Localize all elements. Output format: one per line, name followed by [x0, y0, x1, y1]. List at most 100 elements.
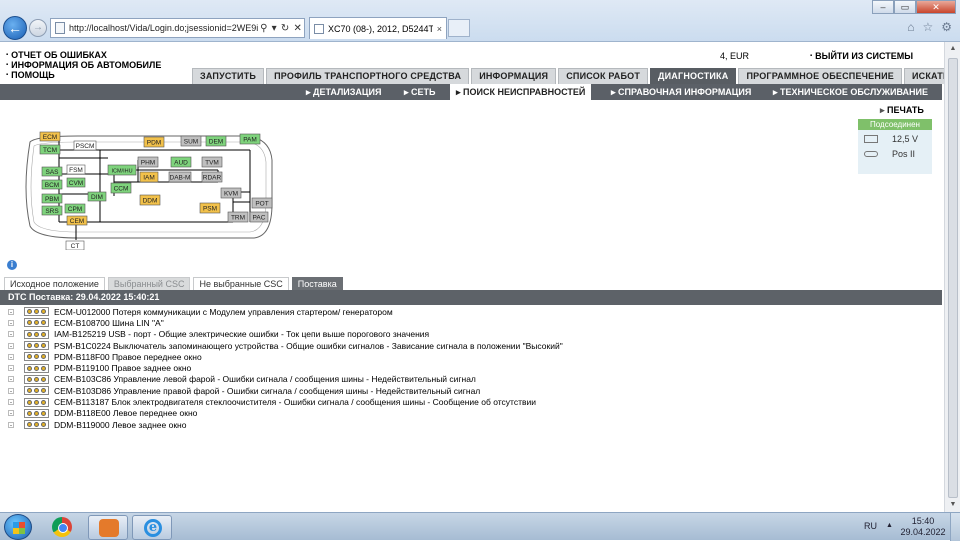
settings-icon[interactable]: ⚙: [941, 20, 952, 34]
tab-start[interactable]: ЗАПУСТИТЬ: [192, 68, 265, 84]
module-psm[interactable]: PSM: [199, 202, 221, 214]
dtc-row[interactable]: CEM-B103D86 Управление правой фарой - Ош…: [8, 385, 563, 396]
module-phm[interactable]: PHM: [137, 156, 159, 168]
module-cvm[interactable]: CVM: [66, 177, 86, 188]
tab-work-list[interactable]: СПИСОК РАБОТ: [558, 68, 649, 84]
logout-link[interactable]: ВЫЙТИ ИЗ СИСТЕМЫ: [810, 51, 913, 61]
module-pbm[interactable]: PBM: [41, 193, 63, 204]
close-button[interactable]: ✕: [916, 0, 956, 14]
dtc-row[interactable]: PSM-B1C0224 Выключатель запоминающего ус…: [8, 340, 563, 351]
new-tab-button[interactable]: [448, 19, 470, 37]
module-kvm[interactable]: KVM: [220, 187, 242, 199]
dtc-row[interactable]: IAM-B125219 USB - порт - Общие электриче…: [8, 329, 563, 340]
module-sas[interactable]: SAS: [41, 166, 63, 177]
address-bar[interactable]: http://localhost/Vida/Login.do;jsessioni…: [50, 18, 305, 38]
subtab-network[interactable]: СЕТЬ: [404, 84, 435, 100]
module-fsm[interactable]: FSM: [66, 164, 86, 175]
module-tcm[interactable]: TCM: [39, 144, 61, 155]
stop-icon[interactable]: ✕: [293, 23, 301, 34]
dtc-row[interactable]: CEM-B113187 Блок электродвигателя стекло…: [8, 396, 563, 407]
subtab-troubleshooting[interactable]: ПОИСК НЕИСПРАВНОСТЕЙ: [450, 84, 592, 100]
module-rdar[interactable]: RDAR: [201, 171, 223, 183]
expand-icon[interactable]: [8, 331, 14, 338]
module-ecm[interactable]: ECM: [39, 131, 61, 142]
info-icon[interactable]: i: [7, 260, 17, 270]
taskbar-ie[interactable]: e: [132, 515, 172, 540]
tab-information[interactable]: ИНФОРМАЦИЯ: [471, 68, 557, 84]
back-button[interactable]: ←: [3, 16, 27, 40]
module-iam[interactable]: IAM: [139, 171, 159, 183]
subtab-reference-info[interactable]: СПРАВОЧНАЯ ИНФОРМАЦИЯ: [611, 84, 751, 100]
maximize-button[interactable]: ▭: [894, 0, 916, 14]
subtab-maintenance[interactable]: ТЕХНИЧЕСКОЕ ОБСЛУЖИВАНИЕ: [773, 84, 928, 100]
taskbar-vida[interactable]: [88, 515, 128, 540]
expand-icon[interactable]: [8, 410, 14, 417]
taskbar-chrome[interactable]: [42, 515, 82, 540]
tab-selected-csc[interactable]: Выбранный CSC: [107, 277, 191, 290]
expand-icon[interactable]: [8, 387, 14, 394]
module-ddm[interactable]: DDM: [139, 194, 161, 206]
scroll-down-icon[interactable]: ▼: [945, 498, 960, 512]
expand-icon[interactable]: [8, 342, 14, 349]
module-cem[interactable]: CEM: [66, 215, 88, 226]
menu-vehicle-info[interactable]: ИНФОРМАЦИЯ ОБ АВТОМОБИЛЕ: [6, 60, 161, 70]
module-bcm[interactable]: BCM: [41, 179, 63, 190]
dtc-row[interactable]: PDM-B118F00 Правое переднее окно: [8, 351, 563, 362]
menu-help[interactable]: ПОМОЩЬ: [6, 70, 161, 80]
search-icon[interactable]: ⚲: [260, 23, 267, 34]
tray-expand-icon[interactable]: ▲: [886, 522, 893, 529]
start-button[interactable]: [4, 514, 32, 540]
module-pdm[interactable]: PDM: [143, 136, 165, 148]
menu-error-report[interactable]: ОТЧЕТ ОБ ОШИБКАХ: [6, 50, 161, 60]
module-dem[interactable]: DEM: [205, 135, 227, 147]
dtc-row[interactable]: ECM-U012000 Потеря коммуникации с Модуле…: [8, 306, 563, 317]
browser-tab[interactable]: XC70 (08-), 2012, D5244T17,... ×: [309, 17, 447, 39]
show-desktop-button[interactable]: [950, 513, 960, 541]
expand-icon[interactable]: [8, 308, 14, 315]
expand-icon[interactable]: [8, 365, 14, 372]
print-link[interactable]: ПЕЧАТЬ: [880, 105, 924, 116]
tab-software[interactable]: ПРОГРАММНОЕ ОБЕСПЕЧЕНИЕ: [738, 68, 902, 84]
expand-icon[interactable]: [8, 376, 14, 383]
tab-unselected-csc[interactable]: Не выбранные CSC: [193, 277, 289, 290]
dtc-row[interactable]: CEM-B103C86 Управление левой фарой - Оши…: [8, 374, 563, 385]
dtc-row[interactable]: PDM-B119100 Правое заднее окно: [8, 362, 563, 373]
module-tvm[interactable]: TVM: [201, 156, 223, 168]
scroll-up-icon[interactable]: ▲: [945, 42, 960, 56]
tab-initial-position[interactable]: Исходное положение: [4, 277, 105, 290]
expand-icon[interactable]: [8, 353, 14, 360]
module-trm[interactable]: TRM: [227, 211, 249, 223]
tab-close-icon[interactable]: ×: [437, 24, 442, 34]
dtc-row[interactable]: DDM-B119000 Левое заднее окно: [8, 419, 563, 430]
expand-icon[interactable]: [8, 319, 14, 326]
module-sum[interactable]: SUM: [180, 135, 202, 147]
minimize-button[interactable]: –: [872, 0, 894, 14]
module-dim[interactable]: DIM: [87, 191, 107, 202]
home-icon[interactable]: ⌂: [907, 20, 914, 34]
expand-icon[interactable]: [8, 399, 14, 406]
forward-button[interactable]: →: [29, 19, 47, 37]
expand-icon[interactable]: [8, 421, 14, 428]
scroll-thumb[interactable]: [948, 58, 958, 498]
tab-delivery[interactable]: Поставка: [291, 277, 343, 290]
module-ct[interactable]: CT: [65, 240, 85, 250]
refresh-icon[interactable]: ↻: [281, 23, 289, 34]
dtc-row[interactable]: DDM-B118E00 Левое переднее окно: [8, 408, 563, 419]
module-cpm[interactable]: CPM: [64, 203, 86, 214]
page-scrollbar[interactable]: ▲ ▼: [944, 42, 960, 512]
tray-clock[interactable]: 15:40 29.04.2022: [900, 516, 946, 538]
tab-diagnostics[interactable]: ДИАГНОСТИКА: [650, 68, 737, 84]
module-icm-ihu[interactable]: ICM/IHU: [107, 164, 137, 176]
module-ccm[interactable]: CCM: [110, 182, 132, 194]
module-srs[interactable]: SRS: [41, 205, 63, 216]
module-aud[interactable]: AUD: [170, 156, 192, 168]
module-pam[interactable]: PAM: [239, 133, 261, 145]
tab-vehicle-profile[interactable]: ПРОФИЛЬ ТРАНСПОРТНОГО СРЕДСТВА: [266, 68, 470, 84]
subtab-details[interactable]: ДЕТАЛИЗАЦИЯ: [306, 84, 381, 100]
address-url[interactable]: http://localhost/Vida/Login.do;jsessioni…: [69, 23, 258, 33]
language-indicator[interactable]: RU: [864, 521, 877, 531]
module-pot[interactable]: POT: [251, 197, 273, 209]
module-pscm[interactable]: PSCM: [73, 140, 97, 151]
dtc-row[interactable]: ECM-B108700 Шина LIN "A": [8, 317, 563, 328]
module-dab-m[interactable]: DAB-M: [168, 171, 192, 183]
